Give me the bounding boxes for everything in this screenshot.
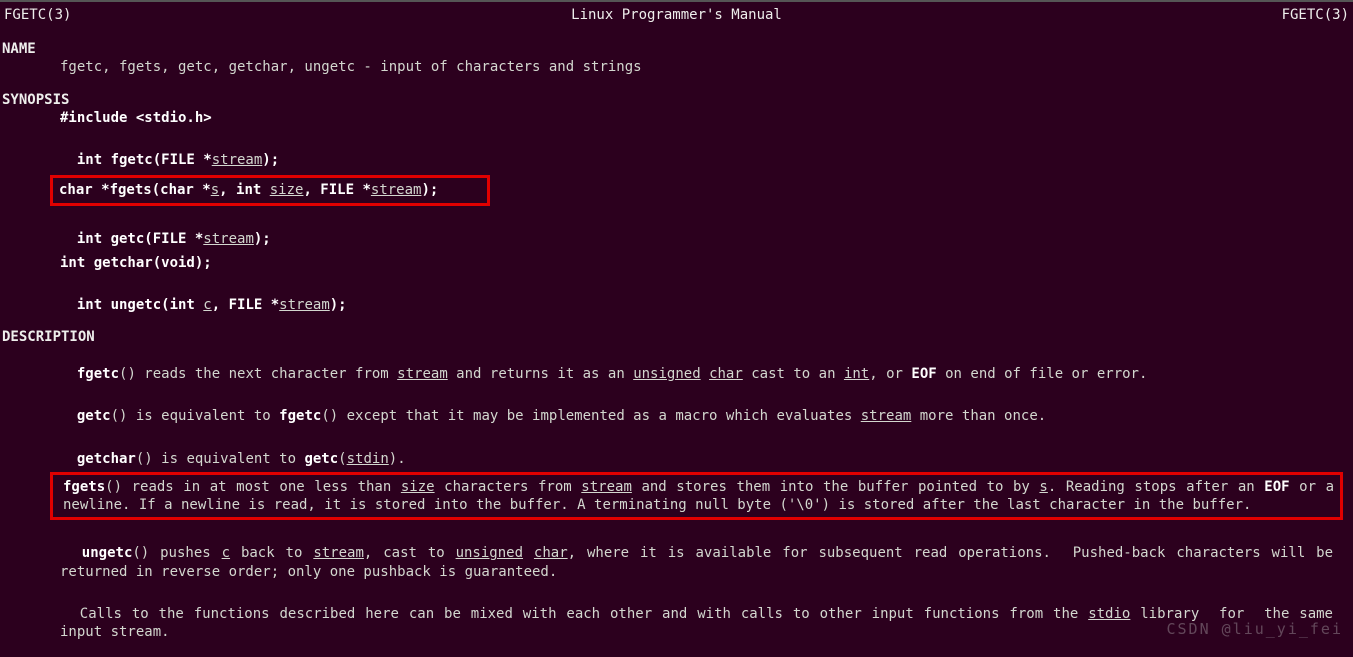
desc-text: Calls to the functions described here ca… (80, 606, 1088, 622)
u-s: s (1039, 479, 1047, 495)
arg-size: size (270, 182, 304, 198)
desc-calls: Calls to the functions described here ca… (0, 587, 1353, 642)
highlight-fgets-prototype: char *fgets(char *s, int size, FILE *str… (50, 175, 490, 205)
desc-text: ). (389, 451, 406, 467)
proto-text: ); (254, 231, 271, 247)
desc-getc: getc() is equivalent to fgetc() except t… (0, 389, 1353, 425)
desc-fgetc: fgetc() reads the next character from st… (0, 347, 1353, 383)
proto-text: ); (262, 152, 279, 168)
desc-text: cast to an (743, 366, 844, 382)
desc-text: () is equivalent to (136, 451, 305, 467)
u-stream: stream (581, 479, 632, 495)
desc-text: , cast to (364, 545, 456, 561)
highlight-fgets-description: fgets() reads in at most one less than s… (50, 472, 1343, 520)
fn-name: fgetc (77, 366, 119, 382)
u-stream: stream (313, 545, 364, 561)
desc-getchar: getchar() is equivalent to getc(stdin). (0, 431, 1353, 467)
desc-text: . Reading stops after an (1048, 479, 1264, 495)
u-stdio: stdio (1088, 606, 1130, 622)
fn-name: getc (77, 408, 111, 424)
desc-text: and returns it as an (448, 366, 633, 382)
desc-text: characters from (435, 479, 582, 495)
desc-text: back to (230, 545, 313, 561)
u-int: int (844, 366, 869, 382)
watermark: CSDN @liu_yi_fei (1167, 620, 1344, 640)
desc-text (701, 366, 709, 382)
u-stream: stream (397, 366, 448, 382)
desc-text: , or (869, 366, 911, 382)
proto-text: char *fgets(char * (59, 182, 211, 198)
b-getc: getc (304, 451, 338, 467)
arg-stream: stream (212, 152, 263, 168)
desc-text: on end of file or error. (937, 366, 1148, 382)
section-description-head: DESCRIPTION (0, 328, 1353, 346)
proto-getc: int getc(FILE *stream); (0, 212, 1353, 248)
desc-text: and stores them into the buffer pointed … (632, 479, 1040, 495)
proto-getchar: int getchar(void); (0, 254, 1353, 272)
b-fgetc: fgetc (279, 408, 321, 424)
header-center: Linux Programmer's Manual (571, 6, 782, 24)
desc-text: () is equivalent to (111, 408, 280, 424)
desc-text: () reads in at most one less than (105, 479, 401, 495)
u-stdin: stdin (347, 451, 389, 467)
header-left: FGETC(3) (4, 6, 71, 24)
proto-ungetc: int ungetc(int c, FILE *stream); (0, 278, 1353, 314)
arg-s: s (211, 182, 219, 198)
proto-text: int ungetc(int (77, 297, 203, 313)
proto-text: ); (421, 182, 438, 198)
proto-text: int fgetc(FILE * (77, 152, 212, 168)
man-header-line: FGETC(3) Linux Programmer's Manual FGETC… (0, 6, 1353, 24)
arg-stream: stream (279, 297, 330, 313)
u-unsigned: unsigned (456, 545, 523, 561)
proto-text: , FILE * (212, 297, 279, 313)
u-char: char (534, 545, 568, 561)
desc-text: more than once. (911, 408, 1046, 424)
u-size: size (401, 479, 435, 495)
arg-stream: stream (371, 182, 422, 198)
u-char: char (709, 366, 743, 382)
proto-text: , FILE * (303, 182, 370, 198)
desc-text: ( (338, 451, 346, 467)
proto-text: int getc(FILE * (77, 231, 203, 247)
arg-stream: stream (203, 231, 254, 247)
u-unsigned: unsigned (633, 366, 700, 382)
desc-text: () except that it may be implemented as … (321, 408, 860, 424)
desc-text (523, 545, 534, 561)
u-c: c (222, 545, 230, 561)
desc-text: () reads the next character from (119, 366, 397, 382)
b-eof: EOF (911, 366, 936, 382)
fn-name: ungetc (82, 545, 133, 561)
b-eof: EOF (1264, 479, 1289, 495)
arg-c: c (203, 297, 211, 313)
proto-fgetc: int fgetc(FILE *stream); (0, 133, 1353, 169)
header-right: FGETC(3) (1282, 6, 1349, 24)
proto-text: , int (219, 182, 270, 198)
section-synopsis-head: SYNOPSIS (0, 91, 1353, 109)
desc-nonlocking-cut: For nonlocking counterparts, see unlocke… (0, 647, 1353, 657)
desc-ungetc: ungetc() pushes c back to stream, cast t… (0, 526, 1353, 581)
fn-name: getchar (77, 451, 136, 467)
fn-name: fgets (63, 479, 105, 495)
name-line: fgetc, fgets, getc, getchar, ungetc - in… (0, 58, 1353, 76)
proto-text: ); (330, 297, 347, 313)
section-name-head: NAME (0, 40, 1353, 58)
include-line: #include <stdio.h> (0, 109, 1353, 127)
u-stream: stream (861, 408, 912, 424)
desc-text: () pushes (132, 545, 221, 561)
